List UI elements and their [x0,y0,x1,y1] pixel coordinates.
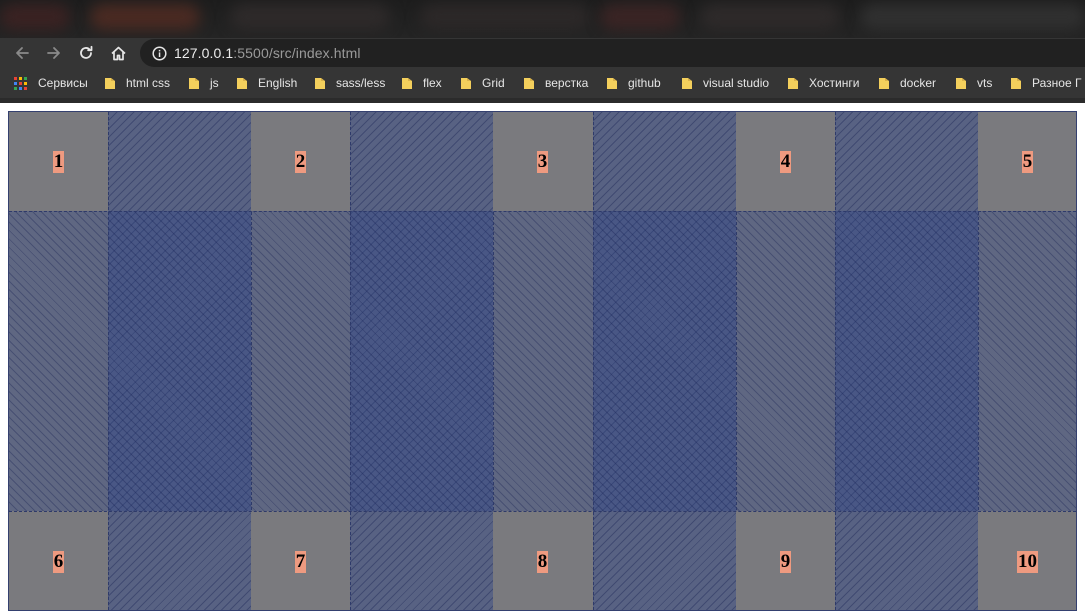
grid-item: 3 [493,112,592,211]
grid-line [9,211,1076,212]
tab-blur [230,4,390,30]
grid-item-number: 2 [294,150,307,173]
grid-item: 10 [978,512,1076,610]
grid-item: 2 [251,112,350,211]
grid-item-number: 1 [52,150,65,173]
bookmark-folder[interactable]: docker [878,73,936,93]
bookmark-label: sass/less [336,76,386,90]
grid-line [108,112,109,610]
bookmark-label: visual studio [703,76,770,90]
reload-button[interactable] [74,41,98,65]
folder-icon [788,77,798,89]
arrow-right-icon [47,47,60,59]
bookmark-label: flex [423,76,442,90]
bookmark-folder[interactable]: Разное Г [1010,73,1081,93]
bookmark-label: Хостинги [809,76,860,90]
folder-icon [402,77,412,89]
folder-icon [879,77,889,89]
folder-icon [956,77,966,89]
reload-icon [80,45,93,59]
bookmark-label: html css [126,76,171,90]
folder-icon [461,77,471,89]
page-viewport: 1 2 3 4 5 6 7 8 9 10 [0,103,1085,616]
grid-line [835,112,836,610]
grid-item-number: 3 [536,150,549,173]
bookmark-folder[interactable]: верстка [523,73,588,93]
bookmark-label: js [210,76,219,90]
tab-blur [600,4,680,30]
bookmark-label: верстка [545,76,589,90]
grid-container: 1 2 3 4 5 6 7 8 9 10 [8,111,1077,611]
folder-icon [682,77,692,89]
folder-icon [315,77,325,89]
browser-toolbar: 127.0.0.1:5500/src/index.html [0,38,1085,68]
folder-icon [524,77,534,89]
bookmark-folder[interactable]: flex [401,73,442,93]
bookmark-label: Разное Г [1032,76,1082,90]
grid-item-number: 5 [1021,150,1034,173]
bookmark-label: docker [900,76,937,90]
bookmark-folder[interactable]: Хостинги [787,73,859,93]
grid-item: 6 [9,512,108,610]
bookmark-label: Grid [482,76,505,90]
address-bar[interactable]: 127.0.0.1:5500/src/index.html [140,39,1085,67]
grid-item: 5 [978,112,1076,211]
tab-blur [700,4,840,30]
bookmark-folder[interactable]: vts [955,73,992,93]
bookmark-folder[interactable]: sass/less [314,73,385,93]
tab-blur [90,4,200,30]
folder-icon [1011,77,1021,89]
folder-icon [237,77,247,89]
url-text: 127.0.0.1:5500/src/index.html [174,45,361,61]
bookmark-folder[interactable]: Grid [460,73,505,93]
folder-icon [189,77,199,89]
info-icon[interactable] [150,44,168,62]
tab-blur [860,4,1085,30]
grid-item-number: 7 [294,550,307,573]
grid-line [593,112,594,610]
grid-item-number: 10 [1017,550,1038,573]
bookmark-label: Сервисы [38,76,88,90]
bookmark-services[interactable]: Сервисы [14,73,88,93]
url-path: :5500/src/index.html [233,45,361,61]
bookmark-folder[interactable]: visual studio [681,73,769,93]
bookmark-label: github [628,76,661,90]
grid-item: 8 [493,512,592,610]
grid-item-number: 6 [52,550,65,573]
grid-item: 1 [9,112,108,211]
grid-item-number: 8 [536,550,549,573]
grid-item: 4 [736,112,835,211]
folder-icon [105,77,115,89]
grid-item-number: 4 [779,150,792,173]
home-icon [110,46,126,60]
bookmark-folder[interactable]: English [236,73,297,93]
folder-icon [607,77,617,89]
bookmark-folder[interactable]: github [606,73,661,93]
arrow-left-icon [16,47,29,59]
bookmark-folder[interactable]: js [188,73,219,93]
home-button[interactable] [106,41,130,65]
grid-row-gap [9,211,1076,511]
back-button[interactable] [10,41,34,65]
bookmark-label: English [258,76,298,90]
url-host: 127.0.0.1 [174,45,234,61]
forward-button[interactable] [42,41,66,65]
grid-line [350,112,351,610]
apps-grid-icon [14,76,27,90]
bookmarks-bar: Сервисы html css js English sass/less fl… [0,68,1085,98]
grid-item-number: 9 [779,550,792,573]
tab-blur [420,4,590,30]
tab-blur [0,4,70,30]
grid-item: 9 [736,512,835,610]
tab-strip [0,0,1085,38]
grid-item: 7 [251,512,350,610]
bookmark-folder[interactable]: html css [104,73,170,93]
bookmark-label: vts [977,76,993,90]
